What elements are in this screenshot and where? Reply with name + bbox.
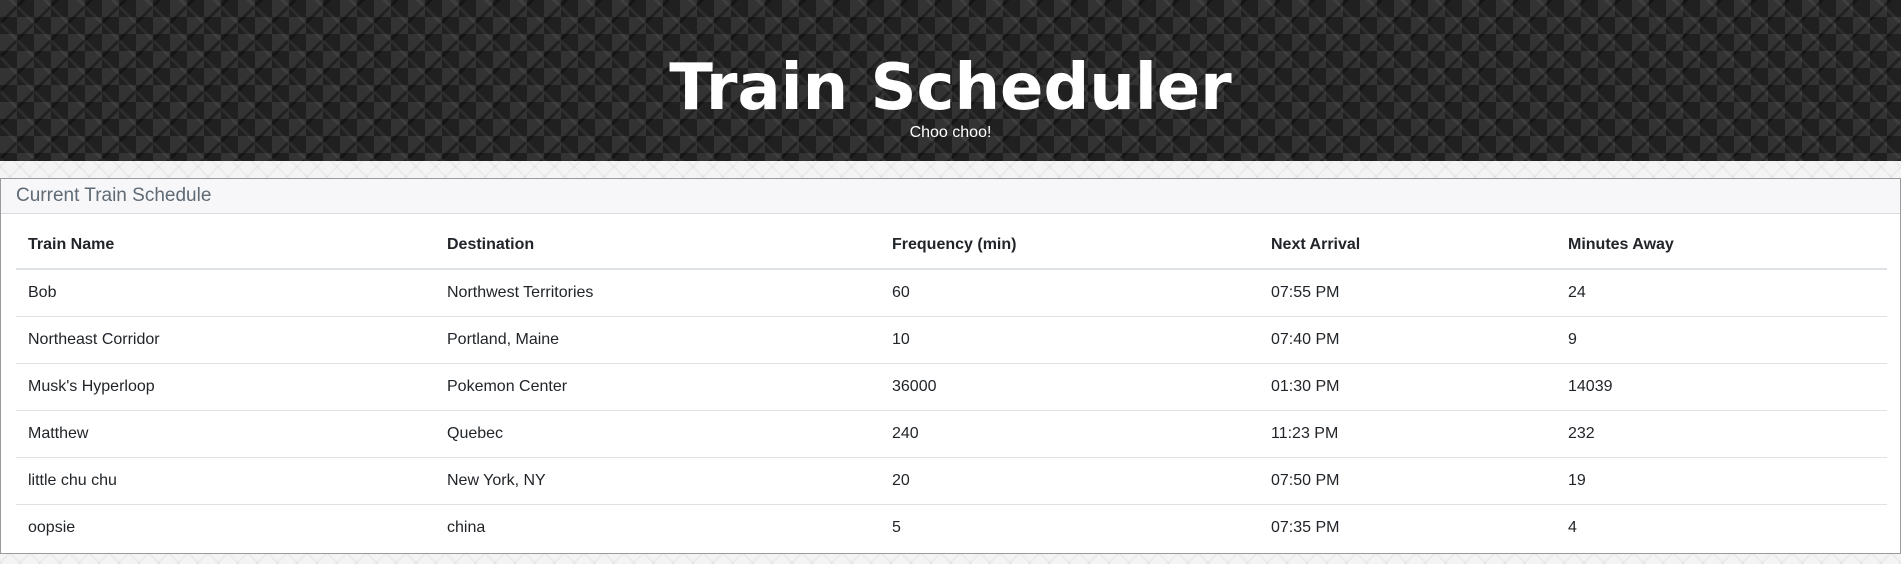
cell-destination: New York, NY: [435, 457, 880, 505]
cell-minutes-away: 9: [1556, 316, 1887, 364]
cell-frequency: 36000: [880, 363, 1259, 411]
cell-destination: china: [447, 519, 486, 536]
table-header-row: Train Name Destination Frequency (min) N…: [16, 222, 1887, 270]
cell-minutes-away: 4: [1568, 519, 1577, 536]
column-header-destination: Destination: [435, 222, 880, 270]
table-row: Musk's Hyperloop Pokemon Center 36000 01…: [16, 363, 1887, 411]
table-row: Northeast Corridor Portland, Maine 10 07…: [16, 316, 1887, 364]
table-row: little chu chu New York, NY 20 07:50 PM …: [16, 457, 1887, 505]
table-row: Bob Northwest Territories 60 07:55 PM 24: [16, 269, 1887, 317]
cell-frequency: 240: [880, 410, 1259, 458]
cell-next-arrival: 07:40 PM: [1259, 316, 1556, 364]
cell-next-arrival: 01:30 PM: [1259, 363, 1556, 411]
table-row: Matthew Quebec 240 11:23 PM 232: [16, 410, 1887, 458]
train-schedule-table: Train Name Destination Frequency (min) N…: [16, 222, 1887, 551]
cell-destination: Quebec: [435, 410, 880, 458]
cell-destination: Pokemon Center: [435, 363, 880, 411]
cell-frequency: 5: [892, 519, 901, 536]
cell-next-arrival: 07:50 PM: [1259, 457, 1556, 505]
cell-minutes-away: 24: [1556, 269, 1887, 317]
column-header-next-arrival: Next Arrival: [1259, 222, 1556, 270]
table-row: oopsie china 5 07:35 PM 4: [16, 505, 1887, 552]
cell-minutes-away: 14039: [1556, 363, 1887, 411]
cell-frequency: 10: [880, 316, 1259, 364]
column-header-train-name: Train Name: [16, 222, 435, 270]
column-header-frequency: Frequency (min): [880, 222, 1259, 270]
cell-frequency: 60: [880, 269, 1259, 317]
table-body: Bob Northwest Territories 60 07:55 PM 24…: [16, 269, 1887, 551]
cell-train-name: Musk's Hyperloop: [16, 363, 435, 411]
cell-train-name: Northeast Corridor: [16, 316, 435, 364]
schedule-card-header: Current Train Schedule: [1, 179, 1900, 214]
schedule-card: Current Train Schedule Train Name Destin…: [0, 178, 1901, 554]
page-header: Train Scheduler Choo choo!: [0, 0, 1901, 161]
cell-minutes-away: 19: [1556, 457, 1887, 505]
cell-next-arrival: 07:35 PM: [1271, 519, 1340, 536]
page-subtitle: Choo choo!: [909, 124, 992, 141]
cell-next-arrival: 11:23 PM: [1259, 410, 1556, 458]
table-header: Train Name Destination Frequency (min) N…: [16, 222, 1887, 270]
cell-destination: Northwest Territories: [435, 269, 880, 317]
cell-next-arrival: 07:55 PM: [1259, 269, 1556, 317]
cell-train-name: Matthew: [16, 410, 435, 458]
page-title: Train Scheduler: [669, 51, 1232, 125]
cell-train-name: Bob: [16, 269, 435, 317]
schedule-card-title: Current Train Schedule: [16, 185, 212, 206]
cell-train-name: little chu chu: [16, 457, 435, 505]
cell-frequency: 20: [880, 457, 1259, 505]
cell-destination: Portland, Maine: [435, 316, 880, 364]
column-header-minutes-away: Minutes Away: [1556, 222, 1887, 270]
cell-train-name: oopsie: [28, 519, 76, 536]
cell-minutes-away: 232: [1556, 410, 1887, 458]
